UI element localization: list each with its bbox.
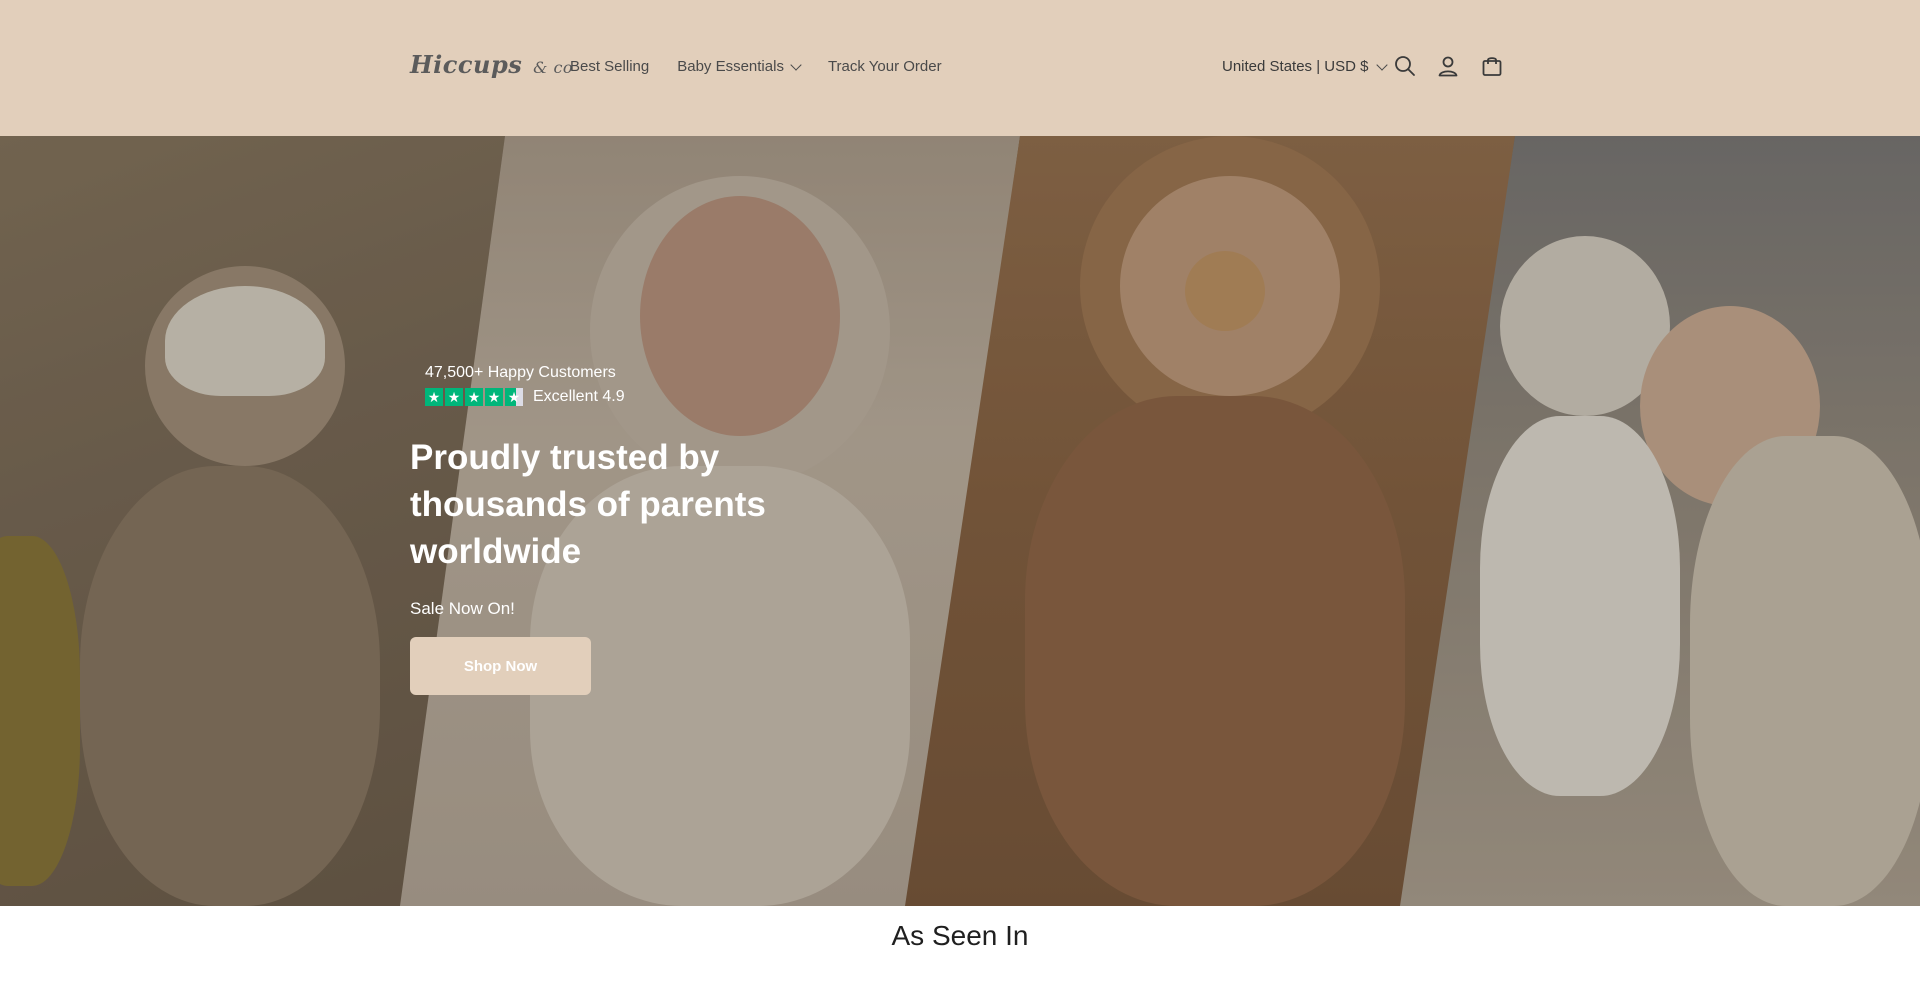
hero-headline: Proudly trusted by thousands of parents …: [410, 438, 766, 571]
logo-suffix: & co: [533, 58, 574, 77]
star-icon: ★: [465, 388, 483, 406]
search-icon: [1395, 56, 1415, 76]
chevron-down-icon: [1376, 58, 1389, 71]
account-button[interactable]: [1434, 52, 1462, 80]
customer-count: 47,500+ Happy Customers: [425, 364, 616, 381]
hero-content: 47,500+ Happy Customers ★ ★ ★ ★ ★ Excell…: [410, 364, 870, 695]
logo[interactable]: Hiccups & co: [410, 50, 573, 79]
rating-text: Excellent 4.9: [533, 388, 625, 405]
as-seen-in-heading: As Seen In: [891, 920, 1029, 951]
rating-row: ★ ★ ★ ★ ★ Excellent 4.9: [425, 388, 870, 406]
hero-banner: 47,500+ Happy Customers ★ ★ ★ ★ ★ Excell…: [0, 136, 1920, 906]
cart-button[interactable]: [1478, 52, 1506, 80]
nav-track-order-label: Track Your Order: [827, 58, 942, 75]
search-button[interactable]: [1391, 52, 1419, 80]
star-icon: ★: [445, 388, 463, 406]
nav-baby-essentials[interactable]: Baby Essentials: [677, 58, 802, 75]
nav-baby-essentials-label: Baby Essentials: [677, 58, 784, 75]
hero-overlay: [0, 136, 1920, 906]
star-half-icon: ★: [505, 388, 523, 406]
nav-track-order[interactable]: Track Your Order: [828, 58, 942, 75]
shop-now-button[interactable]: Shop Now: [410, 637, 591, 695]
star-icon: ★: [485, 388, 503, 406]
hero-subtext: Sale Now On!: [410, 599, 515, 618]
main-nav: Best Selling Baby Essentials Track Your …: [570, 58, 942, 75]
account-icon: [1438, 56, 1458, 77]
star-icon: ★: [425, 388, 443, 406]
chevron-down-icon: [790, 58, 802, 71]
logo-main: Hiccups: [410, 50, 523, 79]
site-header: Hiccups & co Best Selling Baby Essential…: [0, 0, 1920, 136]
cart-icon: [1482, 57, 1502, 76]
locale-label: United States | USD $: [1222, 58, 1369, 75]
country-currency-selector[interactable]: United States | USD $: [1222, 58, 1389, 75]
nav-best-selling-label: Best Selling: [570, 58, 650, 75]
star-rating: ★ ★ ★ ★ ★: [425, 388, 523, 406]
nav-best-selling[interactable]: Best Selling: [570, 58, 649, 75]
